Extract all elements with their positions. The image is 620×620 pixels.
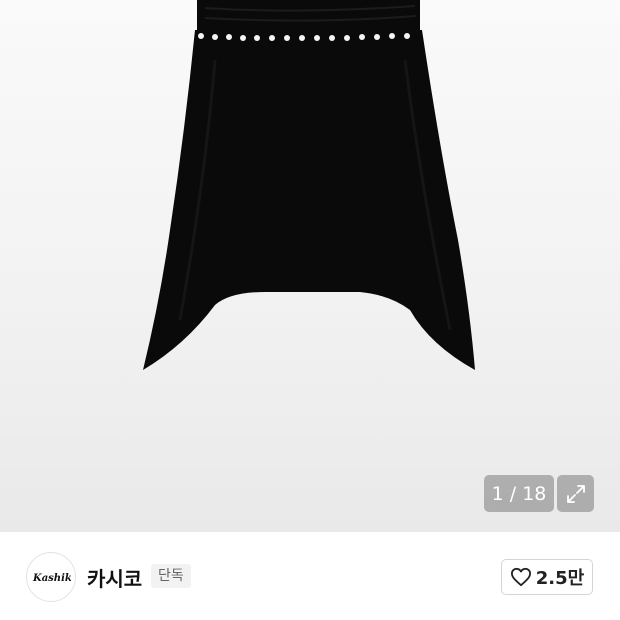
image-counter-text: 1 / 18	[491, 482, 547, 505]
heart-outline-icon	[510, 567, 531, 587]
exclusive-badge: 단독	[151, 564, 191, 588]
image-counter: 1 / 18	[484, 475, 554, 512]
product-image-gallery[interactable]: 1 / 18	[0, 0, 620, 532]
like-button[interactable]: 2.5만	[501, 559, 593, 595]
expand-image-button[interactable]	[557, 475, 594, 512]
like-count: 2.5만	[535, 568, 585, 589]
skirt-product-image	[143, 0, 475, 370]
kashiko-logo: Kashiko	[32, 573, 71, 584]
svg-text:Kashiko: Kashiko	[32, 573, 71, 584]
expand-icon	[566, 484, 585, 503]
shop-name[interactable]: 카시코	[87, 563, 142, 592]
shop-logo[interactable]: Kashiko	[26, 552, 76, 602]
